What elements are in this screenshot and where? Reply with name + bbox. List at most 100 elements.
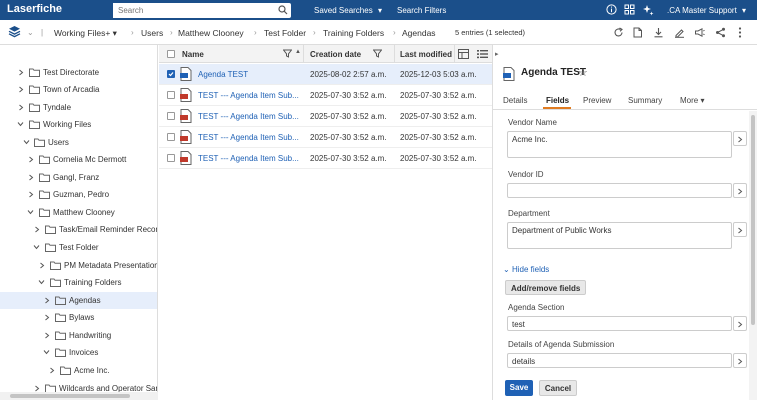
select-all-checkbox[interactable] <box>167 50 175 58</box>
cancel-button[interactable]: Cancel <box>539 380 577 396</box>
chevron-right-icon[interactable] <box>34 385 40 392</box>
vertical-scrollbar[interactable] <box>749 111 757 400</box>
breadcrumb-item-agendas[interactable]: Agendas <box>402 28 436 38</box>
row-checkbox[interactable] <box>167 112 175 120</box>
announce-icon[interactable] <box>694 27 705 38</box>
column-divider[interactable] <box>303 45 304 63</box>
tree-item[interactable]: Handwriting <box>0 327 157 344</box>
chevron-right-icon[interactable] <box>34 226 40 233</box>
table-row[interactable]: TEST --- Agenda Item Sub... 2025-07-30 3… <box>159 106 492 127</box>
tree-item[interactable]: Acme Inc. <box>0 362 157 379</box>
tree-item[interactable]: Training Folders <box>0 274 157 291</box>
department-expand[interactable] <box>733 222 747 237</box>
table-row[interactable]: TEST --- Agenda Item Sub... 2025-07-30 3… <box>159 85 492 106</box>
row-checkbox[interactable] <box>167 70 175 78</box>
sparkle-icon[interactable] <box>642 4 654 16</box>
tree-item[interactable]: Guzman, Pedro <box>0 186 157 203</box>
filter-icon[interactable] <box>373 49 382 58</box>
tree-item[interactable]: Bylaws <box>0 309 157 326</box>
chevron-right-icon[interactable] <box>44 332 50 339</box>
column-name[interactable]: Name <box>182 50 204 59</box>
tree-item[interactable]: Working Files <box>0 116 157 133</box>
chevron-right-icon[interactable] <box>44 297 50 304</box>
tree-item[interactable]: Tyndale <box>0 99 157 116</box>
vendor-id-expand[interactable] <box>733 183 747 198</box>
agenda-section-expand[interactable] <box>733 316 747 331</box>
column-divider[interactable] <box>454 45 455 63</box>
details-of-agenda-expand[interactable] <box>733 353 747 368</box>
tree-item-selected[interactable]: Agendas <box>0 292 157 309</box>
chevron-down-icon[interactable] <box>23 139 30 145</box>
tree-item[interactable]: Matthew Clooney <box>0 204 157 221</box>
column-divider[interactable] <box>394 45 395 63</box>
vendor-name-expand[interactable] <box>733 131 747 146</box>
row-name[interactable]: TEST --- Agenda Item Sub... <box>198 133 299 142</box>
filter-icon[interactable] <box>283 49 292 58</box>
vendor-id-field[interactable] <box>507 183 732 198</box>
vendor-name-field[interactable]: Acme Inc. <box>507 131 732 158</box>
row-name[interactable]: TEST --- Agenda Item Sub... <box>198 154 299 163</box>
chevron-right-icon[interactable] <box>28 174 34 181</box>
row-checkbox[interactable] <box>167 154 175 162</box>
row-checkbox[interactable] <box>167 91 175 99</box>
sort-icon[interactable]: ▲ <box>295 49 301 55</box>
table-row-selected[interactable]: Agenda TEST 2025-08-02 2:57 a.m. 2025-12… <box>159 64 492 85</box>
table-row[interactable]: TEST --- Agenda Item Sub... 2025-07-30 3… <box>159 148 492 169</box>
search-icon[interactable] <box>278 5 288 15</box>
tree-item[interactable]: Task/Email Reminder Records <box>0 221 157 238</box>
refresh-icon[interactable] <box>613 27 624 38</box>
user-menu[interactable]: .CA Master Support ▾ <box>667 6 746 15</box>
tree-item[interactable]: Town of Arcadia <box>0 81 157 98</box>
chevron-right-icon[interactable] <box>44 314 50 321</box>
row-name[interactable]: TEST --- Agenda Item Sub... <box>198 91 299 100</box>
search-input[interactable] <box>113 3 268 18</box>
horizontal-scrollbar[interactable] <box>0 392 158 400</box>
department-field[interactable]: Department of Public Works <box>507 222 732 249</box>
agenda-section-field[interactable]: test <box>507 316 732 331</box>
chevron-right-icon[interactable] <box>49 367 55 374</box>
row-name[interactable]: TEST --- Agenda Item Sub... <box>198 112 299 121</box>
chevron-right-icon[interactable] <box>39 262 45 269</box>
chevron-down-icon[interactable] <box>43 349 50 355</box>
search-filters-link[interactable]: Search Filters <box>397 6 446 15</box>
breadcrumb-root[interactable]: Working Files+ ▾ <box>54 28 117 39</box>
tree-item[interactable]: Gangl, Franz <box>0 169 157 186</box>
chevron-down-icon[interactable] <box>38 279 45 285</box>
chevron-right-icon[interactable] <box>18 69 24 76</box>
column-last-modified[interactable]: Last modified <box>400 50 452 59</box>
tab-preview[interactable]: Preview <box>583 96 611 105</box>
share-icon[interactable] <box>715 27 726 38</box>
save-button[interactable]: Save <box>505 380 533 396</box>
chevron-down-icon[interactable] <box>27 209 34 215</box>
chevron-right-icon[interactable] <box>18 86 24 93</box>
search-box[interactable] <box>113 3 291 18</box>
column-layout-icon[interactable] <box>458 49 469 59</box>
breadcrumb-item-test-folder[interactable]: Test Folder <box>264 28 306 38</box>
row-checkbox[interactable] <box>167 133 175 141</box>
apps-grid-icon[interactable] <box>624 4 635 15</box>
tab-more[interactable]: More ▾ <box>680 96 704 105</box>
tree-item[interactable]: Cornelia Mc Dermott <box>0 151 157 168</box>
tree-item[interactable]: PM Metadata Presentation <box>0 257 157 274</box>
scrollbar-thumb[interactable] <box>10 394 130 398</box>
download-icon[interactable] <box>653 27 664 38</box>
info-icon[interactable] <box>606 4 617 15</box>
scrollbar-thumb[interactable] <box>751 115 755 325</box>
breadcrumb-item-users[interactable]: Users <box>141 28 163 38</box>
collapse-panel-icon[interactable]: ▸ <box>495 50 499 58</box>
row-name[interactable]: Agenda TEST <box>198 70 248 79</box>
tab-fields[interactable]: Fields <box>546 96 569 105</box>
details-of-agenda-field[interactable]: details <box>507 353 732 368</box>
new-document-icon[interactable] <box>632 27 643 38</box>
saved-searches-menu[interactable]: Saved Searches ▾ <box>314 6 382 15</box>
more-vertical-icon[interactable] <box>737 27 743 38</box>
chevron-right-icon[interactable] <box>18 104 24 111</box>
star-icon[interactable]: ☆ <box>578 66 588 79</box>
list-view-icon[interactable] <box>477 49 488 59</box>
column-creation-date[interactable]: Creation date <box>310 50 361 59</box>
chevron-down-icon[interactable]: ⌄ <box>27 28 34 37</box>
chevron-down-icon[interactable] <box>17 121 24 127</box>
table-row[interactable]: TEST --- Agenda Item Sub... 2025-07-30 3… <box>159 127 492 148</box>
chevron-right-icon[interactable] <box>28 156 34 163</box>
add-remove-fields-button[interactable]: Add/remove fields <box>505 280 587 295</box>
